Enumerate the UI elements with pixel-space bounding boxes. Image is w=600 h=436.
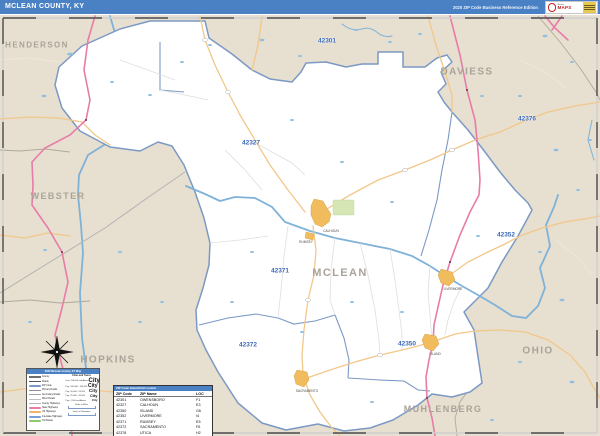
zip-index-table: ZIP Code Index/Grid Locator ZIP Code ZIP…	[113, 385, 213, 436]
legend-item-label: Roads	[42, 381, 49, 383]
scale-bar: Scale in Miles	[66, 404, 98, 409]
legend-item-label: Secondary Roads	[42, 394, 60, 396]
logo-badge	[583, 2, 596, 13]
table-row: 42372 SACRAMENTO F6	[114, 425, 212, 431]
logo-brand-text: MAPS	[558, 6, 572, 11]
table-row: 42301 OWENSBORO F1	[114, 397, 212, 403]
legend-item-label: County Highways	[42, 403, 60, 405]
legend-swatch	[29, 381, 41, 382]
legend-swatch	[29, 420, 41, 422]
title-bar: MCLEAN COUNTY, KY 2020 ZIP Code Business…	[0, 0, 600, 14]
table-row: 42327 CALHOUN E3	[114, 403, 212, 409]
legend-swatch	[29, 376, 41, 378]
legend-item-label: Minor Roads	[42, 398, 55, 400]
legend-item: Toll Roads	[29, 419, 65, 423]
globe-icon	[548, 3, 557, 12]
table-row: 42371 RUMSEY E5	[114, 419, 212, 425]
zip-table-body: 42301 OWENSBORO F1 42327 CALHOUN E3 4235…	[114, 397, 212, 436]
legend-line-items: County Roads ZIP Code Primary Ro	[29, 375, 65, 423]
legend-item-label: ZIP Code	[42, 385, 52, 387]
map-page: MCLEAN COUNTY, KY 2020 ZIP Code Business…	[0, 0, 600, 436]
legend-swatch	[29, 403, 41, 404]
legend-box: 2020 McLean County, KY Map County Roads	[26, 368, 100, 431]
legend-swatch	[29, 385, 41, 388]
legend-city-item: Pop. 2,500 and Above City	[66, 399, 98, 404]
legend-swatch	[29, 411, 41, 413]
legend-swatch	[29, 407, 41, 409]
legend-swatch	[29, 399, 41, 400]
legend-swatch	[29, 390, 41, 391]
legend-swatch	[29, 416, 41, 418]
marketmaps-logo: Market MAPS	[545, 1, 598, 14]
park-area	[333, 200, 354, 215]
col-zip-name: ZIP Name	[140, 392, 196, 396]
legend-item-label: US Highways	[42, 411, 56, 413]
edition-label: 2020 ZIP Code Business Reference Edition	[453, 5, 538, 10]
legend-city-column: Cities and Towns Over 250,000 and Above …	[66, 375, 98, 423]
table-row: 42350 ISLAND G6	[114, 408, 212, 414]
page-title: MCLEAN COUNTY, KY	[5, 3, 84, 10]
table-row: 42352 LIVERMORE I4	[114, 414, 212, 420]
scale-bar: Scale in Kilometers	[66, 411, 98, 416]
legend-item-label: Toll Roads	[42, 420, 53, 422]
col-zip-code: ZIP Code	[116, 392, 140, 396]
legend-item-label: Interstate Highways	[42, 416, 62, 418]
legend-item-label: Primary Roads	[42, 389, 57, 391]
table-row: 42378 UTICA H2	[114, 430, 212, 436]
legend-swatch	[29, 394, 41, 395]
col-loc: LOC	[196, 392, 212, 396]
legend-item-label: County	[42, 376, 49, 378]
legend-item-label: State Highways	[42, 407, 58, 409]
